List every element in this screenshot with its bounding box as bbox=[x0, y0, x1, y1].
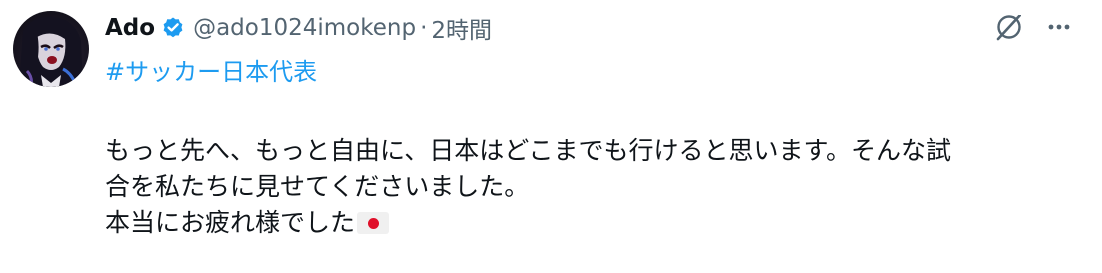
tweet-header: Ado @ado1024imokenp · 2時間 bbox=[105, 10, 492, 46]
verified-badge-icon[interactable] bbox=[161, 16, 185, 40]
separator-dot: · bbox=[420, 15, 428, 41]
hashtag-link[interactable]: #サッカー日本代表 bbox=[105, 52, 317, 87]
avatar[interactable] bbox=[13, 11, 89, 87]
tweet-card[interactable]: Ado @ado1024imokenp · 2時間 #サッカー日本代表 もっと先… bbox=[0, 0, 1102, 273]
avatar-illustration bbox=[19, 16, 83, 87]
tweet-text-line: 本当にお疲れ様でした bbox=[105, 208, 356, 237]
tweet-text: もっと先へ、もっと自由に、日本はどこまでも行けると思います。そんな試 合を私たち… bbox=[105, 133, 1080, 241]
tweet-text-line: 合を私たちに見せてくださいました。 bbox=[105, 172, 530, 201]
tweet-text-line: もっと先へ、もっと自由に、日本はどこまでも行けると思います。そんな試 bbox=[105, 136, 952, 165]
timestamp[interactable]: 2時間 bbox=[431, 11, 492, 45]
more-options-button[interactable] bbox=[1040, 10, 1078, 48]
user-handle[interactable]: @ado1024imokenp bbox=[193, 15, 416, 41]
tweet-text-line-with-emoji: 本当にお疲れ様でした bbox=[105, 205, 1080, 241]
grok-icon bbox=[992, 10, 1026, 48]
grok-button[interactable] bbox=[990, 10, 1028, 48]
more-horizontal-icon bbox=[1044, 12, 1074, 46]
display-name[interactable]: Ado bbox=[105, 15, 155, 41]
flag-japan-icon bbox=[357, 212, 390, 234]
